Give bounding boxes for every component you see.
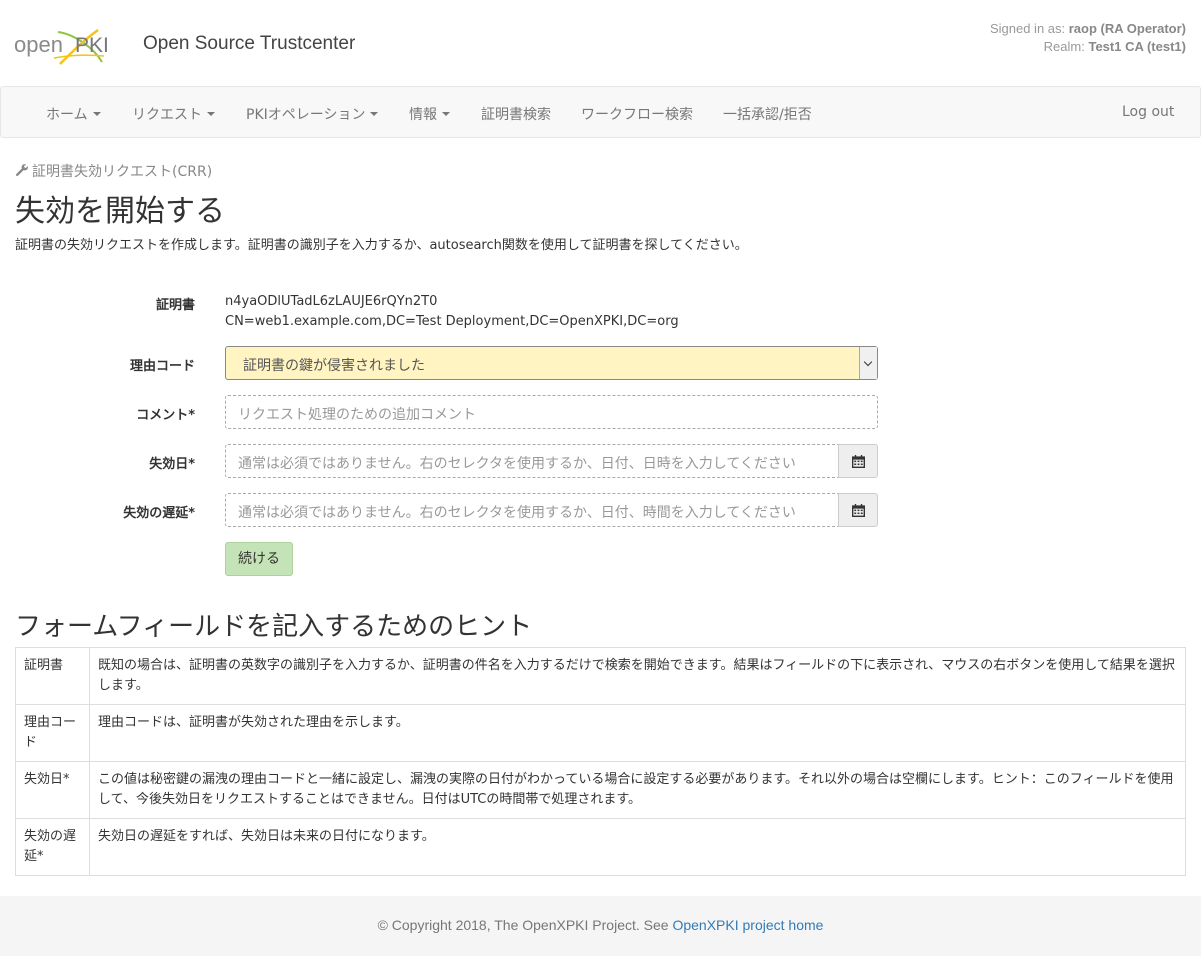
delay-picker-button[interactable] <box>838 493 878 527</box>
invalidity-date-label: 失効日* <box>149 457 195 472</box>
cert-subject: CN=web1.example.com,DC=Test Deployment,D… <box>225 314 679 329</box>
page-description: 証明書の失効リクエストを作成します。証明書の識別子を入力するか、autosear… <box>15 238 748 253</box>
cert-label: 証明書 <box>155 298 195 313</box>
hint-text: 既知の場合は、証明書の英数字の識別子を入力するか、証明書の件名を入力するだけで検… <box>89 647 1186 705</box>
reason-label: 理由コード <box>129 359 195 374</box>
caret-down-icon <box>207 112 215 116</box>
openxpki-logo[interactable]: open PKI <box>14 26 110 68</box>
calendar-icon <box>851 454 865 468</box>
nav-logout[interactable]: Log out <box>1122 104 1174 120</box>
app-title: Open Source Trustcenter <box>143 33 356 54</box>
nav-home-label: ホーム <box>46 107 88 123</box>
header: open PKI Open Source Trustcenter Signed … <box>0 0 1201 86</box>
logo-text-pki: PKI <box>75 34 109 57</box>
calendar-icon <box>851 503 865 517</box>
signed-in-user: raop (RA Operator) <box>1068 21 1186 36</box>
table-row: 理由コード 理由コードは、証明書が失効された理由を示します。 <box>15 704 1186 762</box>
nav-request[interactable]: リクエスト <box>132 104 215 124</box>
comment-label: コメント* <box>136 408 195 423</box>
reason-code-value: 証明書の鍵が侵害されました <box>243 358 425 374</box>
hint-key: 証明書 <box>15 647 90 705</box>
delay-input[interactable]: 通常は必須ではありません。右のセレクタを使用するか、日付、時間を入力してください <box>225 493 839 527</box>
navbar: ホーム リクエスト PKIオペレーション 情報 証明書検索 ワークフロー検索 一… <box>0 86 1201 138</box>
nav-home[interactable]: ホーム <box>46 104 101 124</box>
project-home-link[interactable]: OpenXPKI project home <box>672 917 823 933</box>
nav-bulk-approve[interactable]: 一括承認/拒否 <box>723 104 812 124</box>
hint-text: この値は秘密鍵の漏洩の理由コードと一緒に設定し、漏洩の実際の日付がわかっている場… <box>89 761 1186 819</box>
signin-info: Signed in as: raop (RA Operator) Realm: … <box>990 20 1186 56</box>
nav-pki-operation[interactable]: PKIオペレーション <box>246 104 379 124</box>
hint-key: 失効日* <box>15 761 90 819</box>
footer: © Copyright 2018, The OpenXPKI Project. … <box>0 896 1201 956</box>
invalidity-date-picker-button[interactable] <box>838 444 878 478</box>
hint-text: 失効日の遅延をすれば、失効日は未来の日付になります。 <box>89 818 1186 876</box>
breadcrumb-label: 証明書失効リクエスト(CRR) <box>32 164 213 180</box>
signed-in-label: Signed in as: <box>989 21 1069 36</box>
realm-label: Realm: <box>1043 39 1089 54</box>
footer-copyright: © Copyright 2018, The OpenXPKI Project. … <box>377 917 673 933</box>
nav-request-label: リクエスト <box>132 107 202 123</box>
hints-table: 証明書 既知の場合は、証明書の英数字の識別子を入力するか、証明書の件名を入力する… <box>15 647 1186 876</box>
hints-title: フォームフィールドを記入するためのヒント <box>15 612 533 642</box>
hint-key: 失効の遅延* <box>15 818 90 876</box>
comment-input[interactable]: リクエスト処理のための追加コメント <box>225 395 878 429</box>
cert-id: n4yaODlUTadL6zLAUJE6rQYn2T0 <box>225 294 438 309</box>
wrench-icon <box>16 164 28 177</box>
continue-button[interactable]: 続ける <box>225 542 293 576</box>
hint-text: 理由コードは、証明書が失効された理由を示します。 <box>89 704 1186 762</box>
table-row: 失効の遅延* 失効日の遅延をすれば、失効日は未来の日付になります。 <box>15 818 1186 876</box>
table-row: 失効日* この値は秘密鍵の漏洩の理由コードと一緒に設定し、漏洩の実際の日付がわか… <box>15 761 1186 819</box>
nav-pki-operation-label: PKIオペレーション <box>246 107 366 123</box>
breadcrumb: 証明書失効リクエスト(CRR) <box>15 161 212 181</box>
hint-key: 理由コード <box>15 704 90 762</box>
nav-workflow-search[interactable]: ワークフロー検索 <box>581 104 693 124</box>
delay-label: 失効の遅延* <box>123 506 195 521</box>
invalidity-date-input[interactable]: 通常は必須ではありません。右のセレクタを使用するか、日付、日時を入力してください <box>225 444 839 478</box>
reason-code-select[interactable]: 証明書の鍵が侵害されました <box>225 346 878 380</box>
nav-info-label: 情報 <box>409 107 437 123</box>
page-title: 失効を開始する <box>15 194 225 229</box>
caret-down-icon <box>370 112 379 116</box>
table-row: 証明書 既知の場合は、証明書の英数字の識別子を入力するか、証明書の件名を入力する… <box>15 647 1186 705</box>
nav-cert-search[interactable]: 証明書検索 <box>481 104 551 124</box>
caret-down-icon <box>442 112 450 116</box>
chevron-down-icon[interactable] <box>859 347 877 379</box>
nav-info[interactable]: 情報 <box>409 104 450 124</box>
caret-down-icon <box>92 112 101 116</box>
realm-value: Test1 CA (test1) <box>1088 39 1186 54</box>
logo-text-open: open <box>14 32 63 57</box>
